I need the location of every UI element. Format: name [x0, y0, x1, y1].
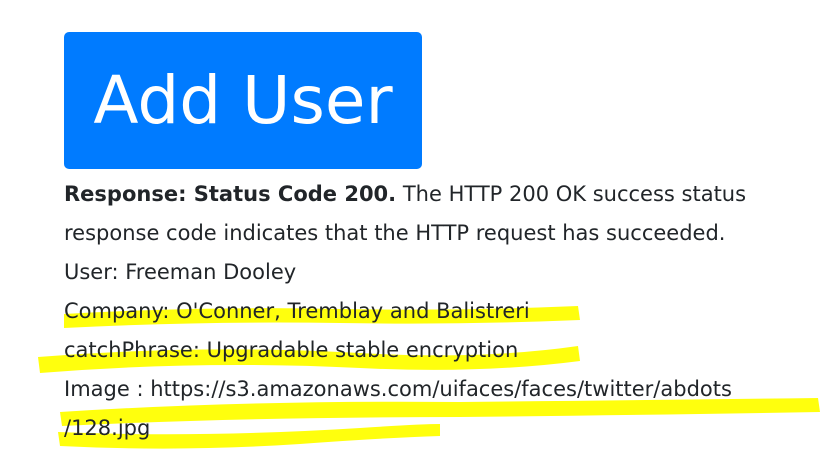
image-url-line-continued: /128.jpg: [64, 416, 151, 440]
catch-phrase-line: catchPhrase: Upgradable stable encryptio…: [64, 338, 519, 362]
status-code-label: Response: Status Code 200.: [64, 182, 397, 206]
response-details: Response: Status Code 200. The HTTP 200 …: [64, 175, 804, 448]
response-status-line: Response: Status Code 200. The HTTP 200 …: [64, 175, 804, 253]
user-name-line: User: Freeman Dooley: [64, 260, 297, 284]
add-user-button[interactable]: Add User: [64, 32, 422, 169]
image-url-line: Image : https://s3.amazonaws.com/uifaces…: [64, 377, 732, 401]
company-line: Company: O'Conner, Tremblay and Balistre…: [64, 299, 530, 323]
